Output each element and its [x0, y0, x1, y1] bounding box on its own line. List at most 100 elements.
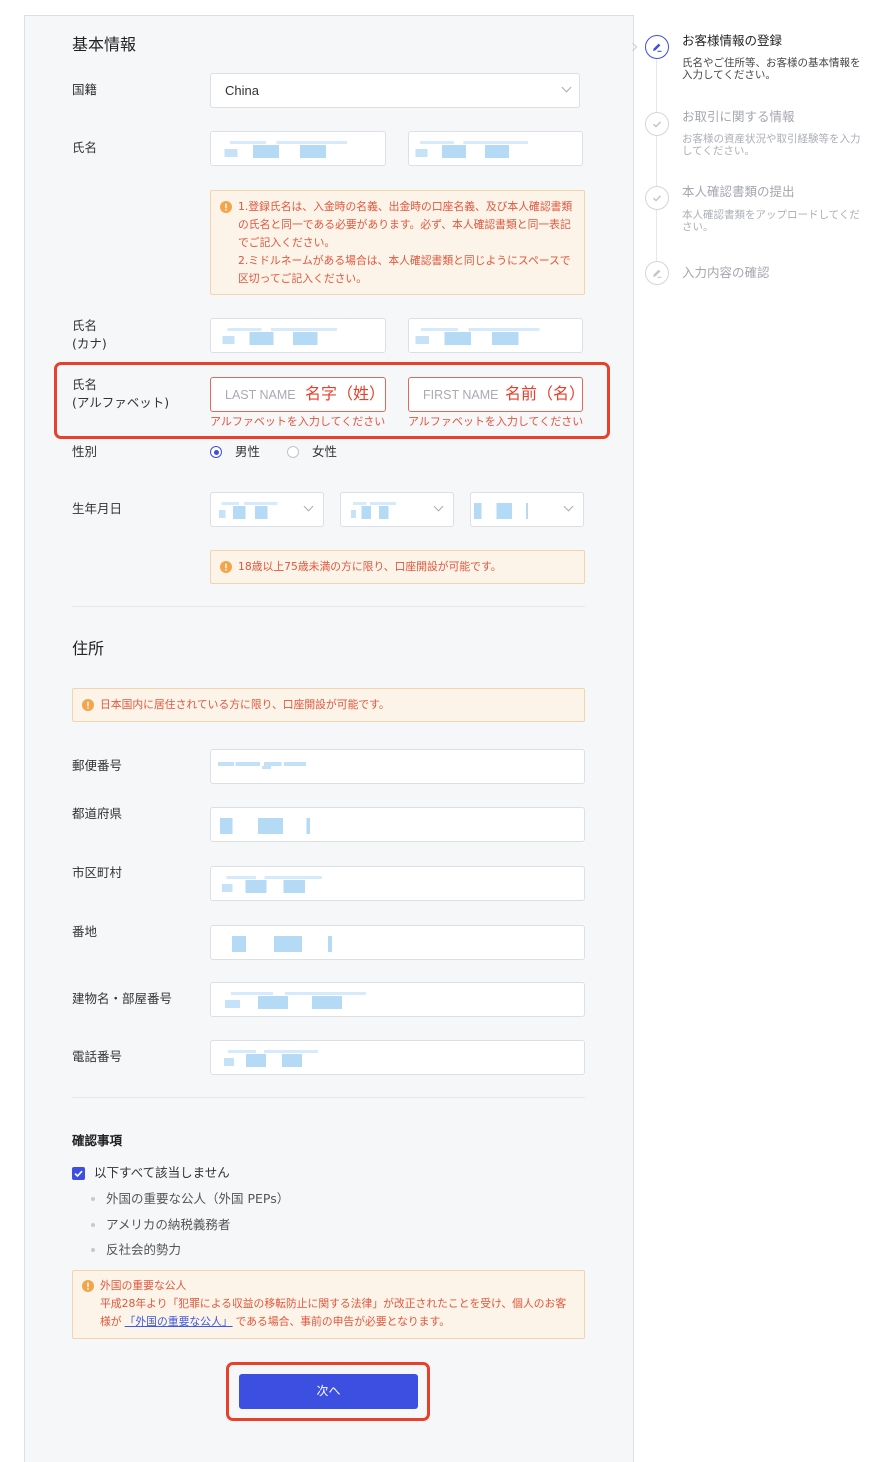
city-input[interactable]	[210, 866, 585, 901]
street-number-input[interactable]	[210, 925, 585, 960]
age-notice-text: 18歳以上75歳未満の方に限り、口座開設が可能です。	[238, 560, 502, 573]
step-1-indicator	[645, 35, 669, 59]
label-line: (カナ)	[72, 336, 107, 351]
name-notice-text: 1.登録氏名は、入金時の名義、出金時の口座名義、及び本人確認書類 の氏名と同一で…	[238, 198, 572, 288]
checkmark-icon	[74, 1170, 83, 1178]
notice-line: 区切ってご記入ください。	[238, 272, 368, 285]
name-kana-label: 氏名 (カナ)	[72, 317, 107, 353]
gender-female-label[interactable]: 女性	[312, 443, 337, 461]
warning-icon	[82, 1280, 94, 1292]
chevron-down-icon	[433, 501, 444, 512]
first-name-alphabet-field: 名前（名）	[408, 377, 586, 412]
section-divider	[72, 1097, 585, 1098]
redacted-value	[218, 756, 306, 778]
building-label: 建物名・部屋番号	[72, 991, 173, 1006]
gender-male-label[interactable]: 男性	[235, 443, 260, 461]
phone-label: 電話番号	[72, 1049, 123, 1064]
building-input[interactable]	[210, 982, 585, 1017]
stepper-line	[656, 59, 657, 261]
nationality-select[interactable]: China	[210, 73, 580, 108]
first-name-input[interactable]	[408, 131, 583, 166]
peps-definition-link[interactable]: 「外国の重要な公人」	[125, 1315, 233, 1328]
city-label: 市区町村	[72, 865, 123, 880]
nationality-label: 国籍	[72, 82, 98, 97]
pencil-icon	[652, 269, 661, 278]
first-name-kana-input[interactable]	[408, 318, 583, 353]
prefecture-input[interactable]	[210, 807, 585, 842]
age-notice: 18歳以上75歳未満の方に限り、口座開設が可能です。	[210, 550, 585, 584]
chevron-down-icon	[303, 501, 314, 512]
last-name-annotation: 名字（姓）	[305, 384, 386, 403]
none-apply-checkbox[interactable]	[72, 1167, 85, 1180]
step-3-indicator	[645, 186, 669, 210]
redacted-value	[222, 138, 352, 160]
warning-icon	[82, 699, 94, 711]
label-line: 氏名	[72, 377, 98, 392]
notice-line: 1.登録氏名は、入金時の名義、出金時の口座名義、及び本人確認書類	[238, 200, 573, 213]
prefecture-label: 都道府県	[72, 806, 123, 821]
redacted-value	[413, 138, 533, 160]
none-apply-label[interactable]: 以下すべて該当しません	[94, 1164, 230, 1182]
street-number-label: 番地	[72, 924, 98, 939]
section-title-basic-info: 基本情報	[72, 35, 137, 54]
last-name-kana-input[interactable]	[210, 318, 386, 353]
last-name-alphabet-field: 名字（姓）	[210, 377, 386, 412]
notice-line: でご記入ください。	[238, 236, 336, 249]
step-3-description: 本人確認書類をアップロードしてください。	[682, 209, 860, 233]
pencil-icon	[652, 43, 661, 52]
label-line: (アルファベット)	[72, 395, 170, 410]
warning-icon	[220, 561, 232, 573]
redacted-value	[222, 989, 372, 1011]
first-name-alphabet-error: アルファベットを入力してください	[408, 415, 584, 428]
next-button[interactable]: 次へ	[239, 1374, 418, 1409]
nationality-value: China	[225, 83, 259, 98]
check-icon	[652, 194, 661, 202]
step-1-title: お客様情報の登録	[682, 33, 783, 48]
redacted-value	[413, 325, 545, 347]
gender-male-radio[interactable]	[210, 446, 222, 458]
chevron-down-icon	[561, 82, 572, 93]
peps-notice-title: 外国の重要な公人	[100, 1279, 187, 1292]
redacted-value	[220, 873, 326, 895]
notice-line: の氏名と同一である必要があります。必ず、本人確認書類と同一表記	[238, 218, 571, 231]
birth-day-select[interactable]	[470, 492, 584, 527]
step-2-description: お客様の資産状況や取引経験等を入力してください。	[682, 133, 861, 157]
gender-female-radio[interactable]	[287, 446, 299, 458]
birth-year-select[interactable]	[210, 492, 324, 527]
confirmation-item: アメリカの納税義務者	[106, 1217, 231, 1232]
label-line: 氏名	[72, 318, 98, 333]
chevron-down-icon	[563, 501, 574, 512]
name-label: 氏名	[72, 140, 98, 155]
step-1-description: 氏名やご住所等、お客様の基本情報を入力してください。	[682, 57, 861, 81]
postal-code-input[interactable]	[210, 749, 585, 784]
birth-month-select[interactable]	[340, 492, 454, 527]
name-alphabet-label: 氏名 (アルファベット)	[72, 376, 169, 412]
check-icon	[652, 120, 661, 128]
last-name-input[interactable]	[210, 131, 386, 166]
confirmation-item: 反社会的勢力	[106, 1242, 182, 1257]
step-4-title: 入力内容の確認	[682, 265, 770, 280]
name-notice: 1.登録氏名は、入金時の名義、出金時の口座名義、及び本人確認書類 の氏名と同一で…	[210, 190, 585, 295]
warning-icon	[220, 201, 232, 213]
residence-notice: 日本国内に居住されている方に限り、口座開設が可能です。	[72, 688, 585, 722]
birthdate-label: 生年月日	[72, 501, 123, 516]
peps-notice-line: 平成28年より「犯罪による収益の移転防止に関する法律」が改正されたことを受け、個…	[100, 1297, 567, 1310]
peps-notice-text-after: である場合、事前の申告が必要となります。	[235, 1315, 450, 1328]
bullet-dot	[91, 1197, 95, 1201]
redacted-value	[220, 325, 342, 347]
peps-notice-text-before: 様が	[100, 1315, 122, 1328]
phone-input[interactable]	[210, 1040, 585, 1075]
peps-notice-text: 外国の重要な公人 平成28年より「犯罪による収益の移転防止に関する法律」が改正さ…	[100, 1277, 566, 1331]
step-2-indicator	[645, 112, 669, 136]
confirmation-title: 確認事項	[72, 1133, 123, 1148]
redacted-value	[220, 814, 310, 836]
bullet-dot	[91, 1223, 95, 1227]
confirmation-item: 外国の重要な公人（外国 PEPs）	[106, 1191, 290, 1206]
registration-page: 基本情報 国籍 China 氏名 1.登録氏名は、入金時の名義、出金時の口座名義…	[0, 0, 883, 1462]
last-name-alphabet-error: アルファベットを入力してください	[210, 415, 386, 428]
redacted-value	[350, 499, 398, 521]
first-name-annotation: 名前（名）	[505, 384, 586, 403]
residence-notice-text: 日本国内に居住されている方に限り、口座開設が可能です。	[100, 698, 390, 711]
notice-line: 2.ミドルネームがある場合は、本人確認書類と同じようにスペースで	[238, 254, 571, 267]
section-divider	[72, 606, 585, 607]
